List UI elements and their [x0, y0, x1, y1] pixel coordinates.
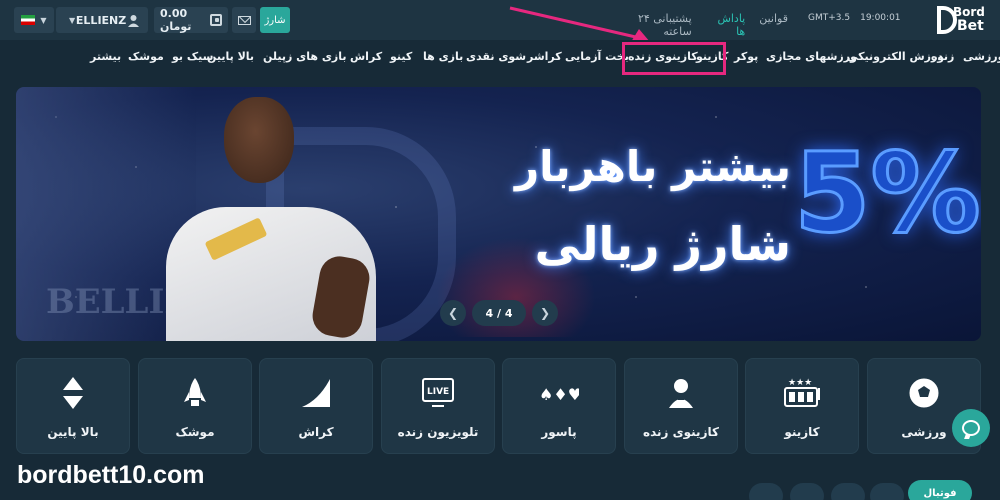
nav-sic-bo[interactable]: سیک بو	[172, 50, 213, 63]
category-live-casino[interactable]: کازینوی زنده	[624, 358, 738, 454]
nav-lottery[interactable]: بخت آزمایی	[565, 50, 629, 63]
slider-counter: 4 / 4	[472, 300, 526, 326]
slider-next-button[interactable]: ❯	[532, 300, 558, 326]
wallet-icon	[209, 14, 222, 26]
mail-icon	[237, 15, 251, 25]
nav-cash-show[interactable]: شوی نقدی	[466, 50, 526, 63]
balance-amount: 0.00 تومان	[160, 7, 192, 33]
category-label: پاسور	[541, 425, 577, 439]
sport-filter-button[interactable]	[790, 483, 824, 500]
category-label: کازینو	[784, 425, 820, 439]
timezone: GMT+3.5	[808, 13, 851, 23]
category-label: کازینوی زنده	[643, 425, 719, 439]
sport-filter-button[interactable]	[870, 483, 904, 500]
nav-poker[interactable]: پوکر	[734, 50, 758, 63]
category-label: کراش	[298, 425, 334, 439]
banner-player-image	[166, 97, 396, 341]
live-chat-button[interactable]	[952, 409, 990, 447]
crash-chart-icon	[302, 379, 330, 407]
chevron-down-icon: ▼	[40, 15, 47, 25]
top-bar: ▼ ▼ ELLIENZ 0.00 تومان شارژ قوانین پاداش…	[0, 0, 1000, 40]
banner-percent: 5%	[793, 128, 982, 259]
rocket-icon	[184, 378, 206, 406]
category-live-tv[interactable]: LIVE تلویزیون زنده	[381, 358, 495, 454]
nav-virtual-sports[interactable]: ورزشهای مجازی	[766, 50, 857, 63]
messages-button[interactable]	[232, 7, 256, 33]
chevron-down-icon: ▼	[69, 15, 76, 25]
svg-text:★★★: ★★★	[788, 378, 812, 388]
category-rocket[interactable]: موشک	[138, 358, 252, 454]
deposit-button[interactable]: شارژ	[260, 7, 290, 33]
sport-filter-football[interactable]: فوتبال	[908, 480, 972, 500]
player-head	[224, 97, 294, 183]
slot-machine-icon: ★★★	[784, 378, 820, 407]
iran-flag-icon	[21, 15, 36, 25]
nav-zeppelin[interactable]: بازی های زپیلن	[263, 50, 347, 63]
user-menu[interactable]: ▼ ELLIENZ	[56, 7, 148, 33]
site-logo[interactable]: Bord Bet	[937, 4, 987, 36]
category-label: بالا پایین	[47, 425, 99, 439]
clock: GMT+3.5 19:00:01	[808, 13, 901, 23]
sport-filter-button[interactable]	[749, 483, 783, 500]
slider-prev-button[interactable]: ❮	[440, 300, 466, 326]
chevron-right-icon: ❯	[539, 306, 551, 320]
annotation-highlight-box	[622, 42, 726, 75]
user-icon	[127, 14, 139, 27]
chevron-left-icon: ❮	[447, 306, 459, 320]
nav-crash[interactable]: کراش	[350, 50, 382, 63]
rules-link[interactable]: قوانین	[759, 12, 788, 38]
svg-text:♠♦♥: ♠♦♥	[539, 385, 579, 404]
balance-display[interactable]: 0.00 تومان	[154, 7, 228, 33]
nav-rocket[interactable]: موشک	[128, 50, 164, 63]
soccer-ball-icon	[908, 377, 940, 409]
nav-keno[interactable]: کینو	[390, 50, 412, 63]
category-hi-lo[interactable]: بالا پایین	[16, 358, 130, 454]
nav-more[interactable]: بیشتر	[90, 50, 121, 63]
time: 19:00:01	[860, 13, 901, 23]
category-label: موشک	[175, 425, 215, 439]
live-tv-icon: LIVE	[422, 378, 454, 407]
dealer-icon	[669, 379, 693, 408]
svg-text:LIVE: LIVE	[427, 387, 449, 397]
main-nav: ورزشی زنده ورزش الکترونیکی ورزشهای مجازی…	[0, 40, 1000, 78]
up-down-icon	[63, 377, 83, 409]
cards-icon: ♠♦♥	[539, 385, 579, 404]
category-label: تلویزیون زنده	[397, 425, 479, 439]
category-crash[interactable]: کراش	[259, 358, 373, 454]
nav-crasher[interactable]: کراشر	[527, 50, 562, 63]
category-casino[interactable]: ★★★ کازینو	[745, 358, 859, 454]
category-cards[interactable]: ♠♦♥ پاسور	[502, 358, 616, 454]
bonuses-link[interactable]: پاداش ها	[706, 12, 745, 38]
nav-esports[interactable]: ورزش الکترونیکی	[847, 50, 944, 63]
banner-subheadline: شارژ ریالی	[534, 217, 791, 271]
sport-filter-button[interactable]	[831, 483, 865, 500]
language-selector[interactable]: ▼	[14, 7, 54, 33]
logo-line2: Bet	[957, 18, 984, 34]
site-watermark: bordbett10.com	[17, 461, 205, 489]
chat-icon	[962, 420, 980, 436]
banner-headline: بیشتر باهربار	[514, 142, 791, 191]
nav-games[interactable]: بازی ها	[423, 50, 463, 63]
nav-hi-lo[interactable]: بالا پایین	[207, 50, 254, 63]
logo-line1: Bord	[953, 5, 985, 19]
username: ELLIENZ	[75, 13, 127, 27]
nav-sports[interactable]: ورزشی	[963, 50, 1000, 63]
